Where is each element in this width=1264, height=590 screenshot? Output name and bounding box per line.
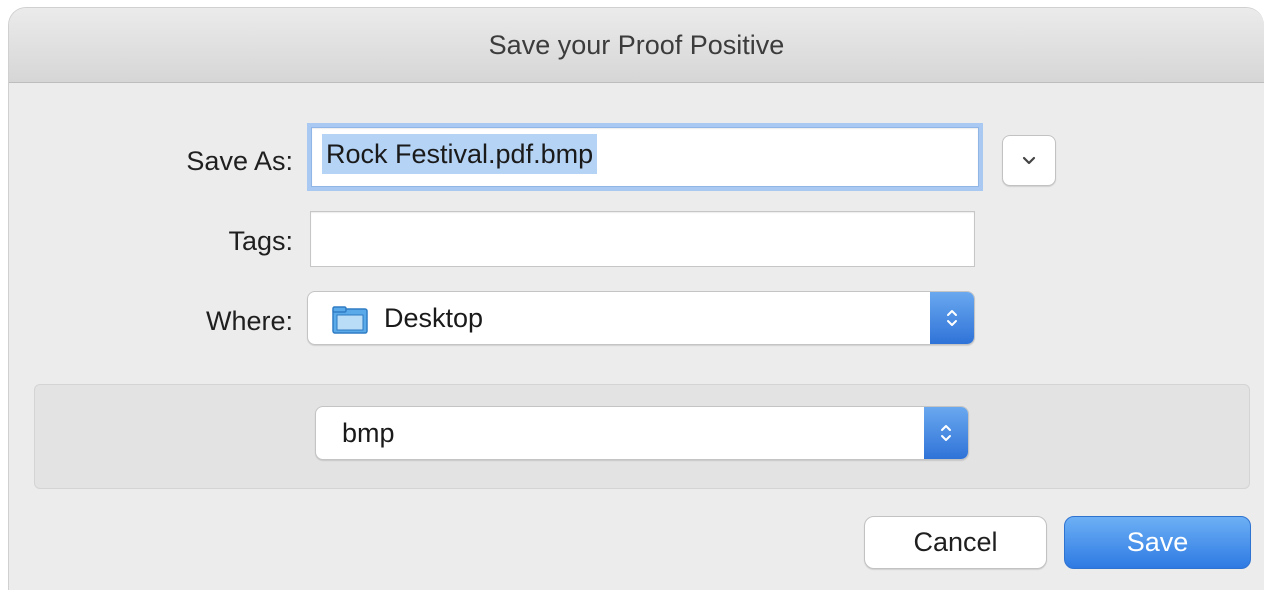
tags-label: Tags: [228,226,293,256]
where-value: Desktop [384,303,484,333]
folder-icon [332,306,368,334]
where-label: Where: [205,306,293,336]
chevron-down-icon [1022,156,1036,164]
cancel-button[interactable]: Cancel [864,516,1047,569]
dialog-title: Save your Proof Positive [488,29,785,60]
save-as-input[interactable]: Rock Festival.pdf.bmp [311,127,979,187]
save-button[interactable]: Save [1064,516,1251,569]
where-stepper [930,292,974,344]
up-down-arrows-icon [941,425,951,441]
format-stepper [924,407,968,459]
format-value: bmp [342,418,395,448]
tags-input[interactable] [310,211,975,267]
save-as-value: Rock Festival.pdf.bmp [322,134,598,174]
save-dialog: Save your Proof Positive Save As: Rock F… [8,7,1264,590]
where-popup[interactable]: Desktop [307,291,975,345]
up-down-arrows-icon [947,310,957,326]
format-popup[interactable]: bmp [315,406,969,460]
expand-dialog-button[interactable] [1002,135,1056,186]
title-bar[interactable]: Save your Proof Positive [9,8,1264,83]
save-as-label: Save As: [186,146,293,176]
